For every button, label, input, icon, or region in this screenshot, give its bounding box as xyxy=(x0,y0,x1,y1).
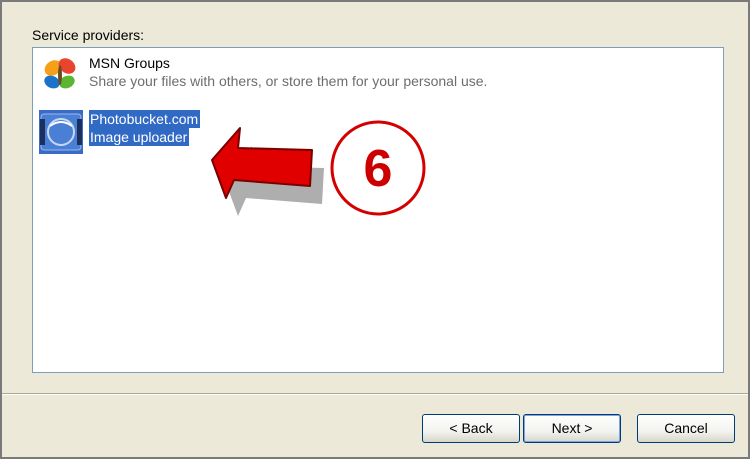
list-item-msn-groups[interactable]: MSN Groups Share your files with others,… xyxy=(39,54,699,100)
photobucket-icon xyxy=(39,110,83,154)
next-button[interactable]: Next > xyxy=(523,414,621,443)
list-item-photobucket[interactable]: Photobucket.com Image uploader xyxy=(39,110,259,156)
msn-groups-description: Share your files with others, or store t… xyxy=(89,73,488,89)
wizard-content: Service providers: MSN Groups Share your… xyxy=(2,2,748,392)
service-providers-list[interactable]: MSN Groups Share your files with others,… xyxy=(32,47,724,373)
wizard-dialog: Service providers: MSN Groups Share your… xyxy=(0,0,750,459)
photobucket-description: Image uploader xyxy=(89,128,190,146)
msn-butterfly-icon xyxy=(39,54,83,98)
service-providers-label: Service providers: xyxy=(32,27,145,43)
cancel-button[interactable]: Cancel xyxy=(637,414,735,443)
msn-groups-title: MSN Groups xyxy=(89,55,170,71)
photobucket-title: Photobucket.com xyxy=(89,110,201,128)
back-button[interactable]: < Back xyxy=(422,414,520,443)
button-separator xyxy=(2,393,748,395)
